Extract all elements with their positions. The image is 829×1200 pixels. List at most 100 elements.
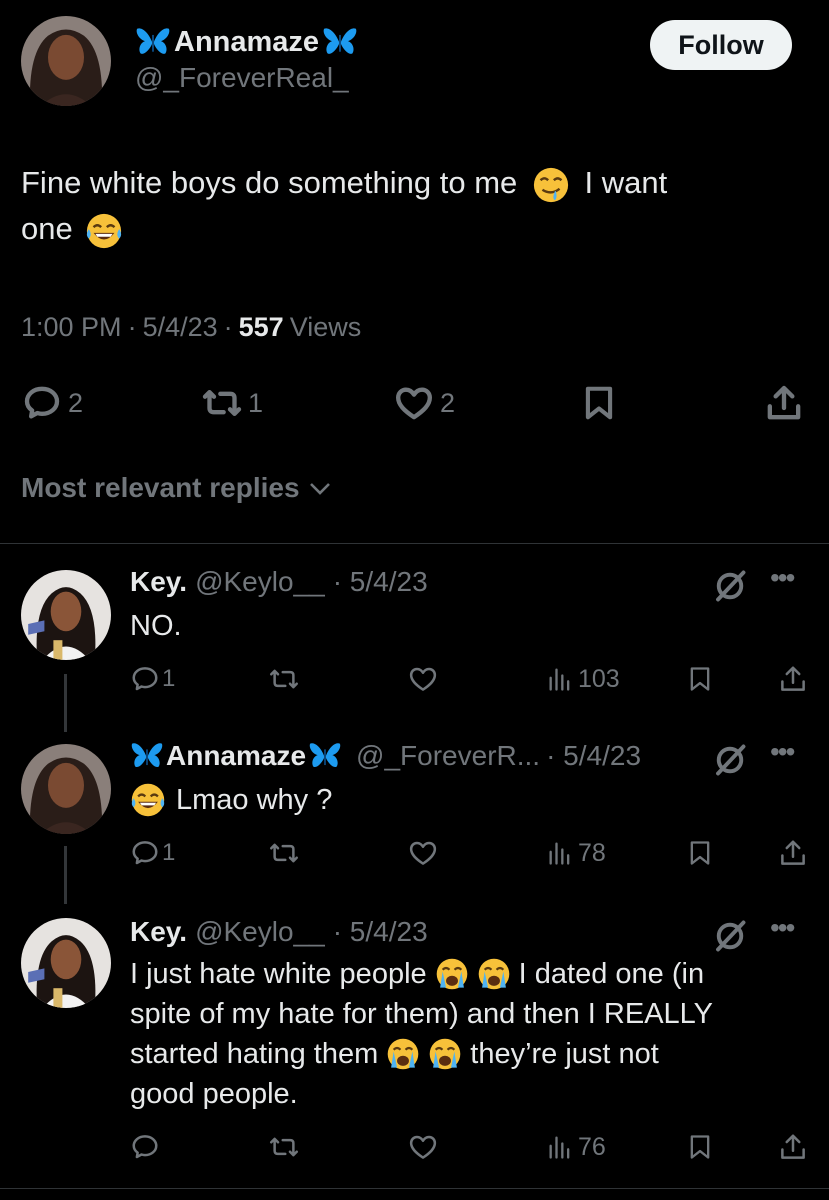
bookmark-button[interactable] [686,1132,714,1162]
bookmark-icon [686,838,714,868]
views-button[interactable]: 78 [546,838,606,868]
like-button[interactable] [408,838,438,868]
retweet-button[interactable]: 1 [200,383,263,423]
reply-icon [130,838,160,868]
reply-text-line: started hating them they’re just not [130,1034,820,1074]
reply-display-name[interactable]: Key. [130,916,187,948]
bottom-divider [0,1188,829,1189]
grok-icon[interactable] [712,742,748,778]
thread-connector [64,674,67,732]
follow-button[interactable]: Follow [650,20,792,70]
reply-button[interactable]: 2 [22,383,83,423]
views-count: 78 [578,838,606,867]
views-button[interactable]: 103 [546,664,620,694]
reply-avatar[interactable] [21,744,111,834]
bookmark-button[interactable] [686,664,714,694]
bookmark-icon [686,664,714,694]
tweet-text-part1: Fine white boys do something to me [21,165,518,200]
heart-icon [408,1132,438,1162]
bookmark-button[interactable] [580,383,618,423]
retweet-button[interactable] [268,838,300,868]
reply-button[interactable] [130,1132,160,1162]
chevron-down-icon [309,483,330,495]
reply-icon [130,664,160,694]
author-handle[interactable]: @_ForeverReal_ [135,62,349,94]
tweet-text-part3: one [21,211,73,246]
tweet-date[interactable]: 5/4/23 [143,312,218,343]
reply-avatar[interactable] [21,918,111,1008]
reply-date[interactable]: · 5/4/23 [333,566,428,598]
reply-date[interactable]: · 5/4/23 [333,916,428,948]
reply-header: Key. @Keylo__ · 5/4/23 [130,916,428,948]
avatar-photo [21,744,111,834]
more-options-icon[interactable]: ••• [770,912,795,944]
reply-handle[interactable]: @_ForeverR... [356,740,540,772]
thread-connector [64,846,67,904]
more-options-icon[interactable]: ••• [770,562,795,594]
bookmark-button[interactable] [686,838,714,868]
loudly-crying-emoji [428,1037,462,1071]
avatar-photo [21,16,111,106]
reply-date[interactable]: · 5/4/23 [546,740,641,772]
views-count: 103 [578,664,620,693]
retweet-icon [268,664,300,694]
meta-separator: · [127,312,137,342]
reply-text: Lmao why ? [130,780,332,820]
reply-count: 2 [68,387,84,418]
share-button[interactable] [778,664,808,694]
like-button[interactable] [408,664,438,694]
reply-header: Key. @Keylo__ · 5/4/23 [130,566,428,598]
share-button[interactable] [778,1132,808,1162]
author-display-name[interactable]: Annamaze [174,26,319,59]
share-button[interactable] [764,383,804,423]
heart-icon [394,383,434,423]
reply-text-line: I just hate white people I dated one (in [130,954,820,994]
replies-sort-dropdown[interactable]: Most relevant replies [21,472,332,504]
author-name-row[interactable]: Annamaze [135,22,358,62]
retweet-button[interactable] [268,1132,300,1162]
views-icon [546,664,574,694]
retweet-icon [268,838,300,868]
bookmark-icon [686,1132,714,1162]
views-icon [546,1132,574,1162]
loudly-crying-emoji [386,1037,420,1071]
section-divider [0,543,829,544]
butterfly-icon [130,742,164,770]
heart-icon [408,664,438,694]
retweet-icon [200,383,244,423]
views-button[interactable]: 76 [546,1132,606,1162]
like-button[interactable] [408,1132,438,1162]
reply-handle[interactable]: @Keylo__ [195,916,325,948]
share-icon [764,383,804,423]
retweet-count: 1 [248,387,264,418]
butterfly-icon [308,742,342,770]
share-button[interactable] [778,838,808,868]
like-button[interactable]: 2 [394,383,455,423]
reply-button[interactable]: 1 [130,838,175,868]
replies-sort-label: Most relevant replies [21,472,300,503]
drooling-face-emoji [532,166,570,204]
reply-display-name[interactable]: Annamaze [166,740,306,772]
reply-avatar[interactable] [21,570,111,660]
share-icon [778,1132,808,1162]
reply-text-fragment: they’re just not [470,1038,659,1070]
reply-text: NO. [130,610,182,642]
tweet-time[interactable]: 1:00 PM [21,312,122,343]
retweet-icon [268,1132,300,1162]
reply-count: 1 [162,839,176,866]
reply-display-name[interactable]: Key. [130,566,187,598]
reply-icon [22,383,62,423]
share-icon [778,664,808,694]
butterfly-icon [322,27,358,57]
reply-count: 1 [162,665,176,692]
grok-icon[interactable] [712,568,748,604]
reply-button[interactable]: 1 [130,664,175,694]
retweet-button[interactable] [268,664,300,694]
views-count: 557 [238,312,284,342]
reply-handle[interactable]: @Keylo__ [195,566,325,598]
grok-icon[interactable] [712,918,748,954]
more-options-icon[interactable]: ••• [770,736,795,768]
author-avatar[interactable] [21,16,111,106]
reply-text: I just hate white people I dated one (in… [130,954,820,1114]
reply-text-body: Lmao why ? [176,784,333,816]
